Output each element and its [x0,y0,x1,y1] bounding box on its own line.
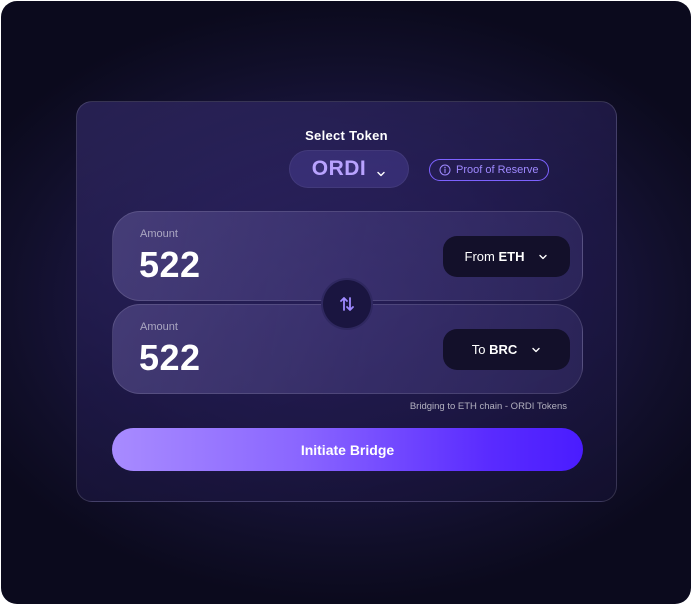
to-chain-selector[interactable]: To BRC [443,329,570,370]
token-selector[interactable]: ORDI [289,150,409,188]
to-prefix: To [471,342,486,357]
chevron-down-icon [531,346,541,354]
from-chain-selector[interactable]: From ETH [443,236,570,277]
proof-of-reserve-button[interactable]: Proof of Reserve [429,159,549,181]
to-amount-input[interactable]: 522 [139,337,201,379]
chevron-down-icon [376,165,386,177]
bridging-note: Bridging to ETH chain - ORDI Tokens [409,401,567,412]
app-frame: Select Token ORDI Proof of Reserve Amoun… [1,1,691,604]
token-label: ORDI [311,157,367,180]
from-chain-label: ETH [498,249,525,264]
to-amount-label: Amount [140,321,178,333]
bridge-card: Select Token ORDI Proof of Reserve Amoun… [76,101,617,502]
proof-of-reserve-label: Proof of Reserve [456,164,539,176]
swap-vertical-icon [338,295,356,313]
from-amount-label: Amount [140,228,178,240]
select-token-title: Select Token [305,128,388,143]
from-prefix: From [464,249,495,264]
info-icon [439,164,451,176]
to-chain-label: BRC [489,342,518,357]
from-amount-input[interactable]: 522 [139,244,201,286]
swap-direction-button[interactable] [321,278,373,330]
chevron-down-icon [538,253,548,261]
initiate-bridge-button[interactable]: Initiate Bridge [112,428,583,471]
